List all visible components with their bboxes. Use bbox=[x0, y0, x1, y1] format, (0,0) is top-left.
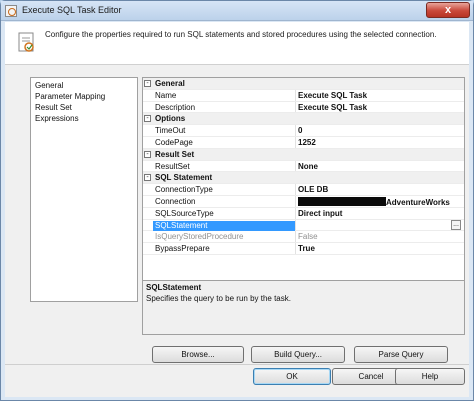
property-label: IsQueryStoredProcedure bbox=[155, 232, 244, 242]
property-row-codepage[interactable]: CodePage 1252 bbox=[143, 136, 464, 149]
nav-item-general[interactable]: General bbox=[31, 80, 137, 91]
task-icon bbox=[18, 32, 34, 52]
property-value[interactable]: None bbox=[298, 162, 318, 171]
property-label: Description bbox=[155, 102, 196, 112]
property-label: ResultSet bbox=[155, 161, 190, 171]
property-label: Name bbox=[155, 90, 177, 100]
property-description-panel: SQLStatement Specifies the query to be r… bbox=[142, 280, 465, 335]
column-divider bbox=[295, 125, 296, 136]
property-value[interactable]: Execute SQL Task bbox=[298, 103, 367, 112]
property-grid: - General Name Execute SQL Task Descript… bbox=[142, 77, 465, 287]
dialog-client-area: Configure the properties required to run… bbox=[5, 22, 469, 397]
ok-button[interactable]: OK bbox=[253, 368, 331, 385]
column-divider bbox=[295, 160, 296, 172]
window-title: Execute SQL Task Editor bbox=[22, 5, 122, 15]
header-band: Configure the properties required to run… bbox=[5, 22, 469, 65]
property-row-isquerystoredprocedure[interactable]: IsQueryStoredProcedure False bbox=[143, 231, 464, 244]
property-value[interactable]: Direct input bbox=[298, 209, 342, 218]
property-value[interactable]: 0 bbox=[298, 126, 302, 135]
description-title: SQLStatement bbox=[146, 283, 202, 292]
close-button[interactable]: x bbox=[426, 2, 470, 18]
collapse-icon[interactable]: - bbox=[144, 174, 151, 182]
category-label: Options bbox=[155, 114, 186, 124]
redacted-server-name bbox=[298, 196, 386, 206]
category-result-set[interactable]: - Result Set bbox=[143, 148, 464, 161]
property-row-connection[interactable]: Connection AdventureWorks bbox=[143, 195, 464, 208]
property-value[interactable]: Execute SQL Task bbox=[298, 91, 367, 100]
property-label: SQLSourceType bbox=[155, 208, 214, 218]
category-options[interactable]: - Options bbox=[143, 113, 464, 126]
column-divider bbox=[295, 219, 296, 231]
property-row-connectiontype[interactable]: ConnectionType OLE DB bbox=[143, 184, 464, 196]
property-row-timeout[interactable]: TimeOut 0 bbox=[143, 125, 464, 137]
build-query-button[interactable]: Build Query... bbox=[251, 346, 345, 363]
nav-item-parameter-mapping[interactable]: Parameter Mapping bbox=[31, 91, 137, 102]
column-divider bbox=[295, 89, 296, 101]
column-divider bbox=[295, 184, 296, 195]
property-value[interactable]: OLE DB bbox=[298, 185, 328, 194]
column-divider bbox=[295, 207, 296, 219]
column-divider bbox=[295, 195, 296, 207]
property-label: CodePage bbox=[155, 137, 193, 147]
ellipsis-button[interactable]: ... bbox=[451, 219, 461, 230]
title-bar[interactable]: Execute SQL Task Editor x bbox=[1, 1, 473, 21]
category-general[interactable]: - General bbox=[143, 78, 464, 90]
help-button[interactable]: Help bbox=[395, 368, 465, 385]
column-divider bbox=[295, 136, 296, 148]
connection-database: AdventureWorks bbox=[386, 197, 450, 207]
category-label: Result Set bbox=[155, 149, 195, 159]
collapse-icon[interactable]: - bbox=[144, 115, 151, 123]
property-value[interactable]: AdventureWorks bbox=[298, 196, 450, 207]
property-label: SQLStatement bbox=[153, 220, 295, 231]
header-description: Configure the properties required to run… bbox=[45, 30, 437, 39]
collapse-icon[interactable]: - bbox=[144, 80, 151, 87]
nav-item-expressions[interactable]: Expressions bbox=[31, 113, 137, 124]
browse-button[interactable]: Browse... bbox=[152, 346, 244, 363]
property-label: BypassPrepare bbox=[155, 244, 210, 254]
property-value: False bbox=[298, 232, 318, 242]
property-label: ConnectionType bbox=[155, 185, 213, 195]
description-text: Specifies the query to be run by the tas… bbox=[146, 294, 291, 303]
category-label: SQL Statement bbox=[155, 173, 213, 183]
collapse-icon[interactable]: - bbox=[144, 150, 151, 158]
page-navigation-list: General Parameter Mapping Result Set Exp… bbox=[30, 77, 138, 302]
property-value[interactable]: True bbox=[298, 244, 315, 253]
column-divider bbox=[295, 101, 296, 113]
parse-query-button[interactable]: Parse Query bbox=[354, 346, 448, 363]
property-row-bypassprepare[interactable]: BypassPrepare True bbox=[143, 243, 464, 255]
footer-divider bbox=[5, 364, 469, 365]
property-label: TimeOut bbox=[155, 126, 186, 136]
execute-sql-task-editor-window: Execute SQL Task Editor x Configure the … bbox=[0, 0, 474, 401]
property-row-sqlsourcetype[interactable]: SQLSourceType Direct input bbox=[143, 207, 464, 220]
property-label: Connection bbox=[155, 196, 196, 206]
property-row-resultset[interactable]: ResultSet None bbox=[143, 160, 464, 173]
property-value[interactable]: 1252 bbox=[298, 138, 316, 147]
column-divider bbox=[295, 231, 296, 243]
nav-item-result-set[interactable]: Result Set bbox=[31, 102, 137, 113]
column-divider bbox=[295, 243, 296, 254]
app-icon bbox=[5, 5, 17, 17]
property-row-sqlstatement[interactable]: SQLStatement ... bbox=[143, 219, 464, 232]
property-row-description[interactable]: Description Execute SQL Task bbox=[143, 101, 464, 114]
property-row-name[interactable]: Name Execute SQL Task bbox=[143, 89, 464, 102]
category-label: General bbox=[155, 79, 185, 88]
category-sql-statement[interactable]: - SQL Statement bbox=[143, 172, 464, 185]
